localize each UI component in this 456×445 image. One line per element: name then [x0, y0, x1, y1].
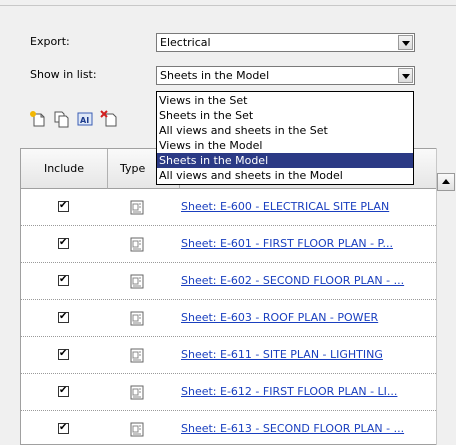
table-row[interactable]: Sheet: E-612 - FIRST FLOOR PLAN - LI...: [21, 374, 440, 411]
table-row[interactable]: Sheet: E-601 - FIRST FLOOR PLAN - P...: [21, 226, 440, 263]
show-in-list-select[interactable]: Sheets in the Model: [156, 66, 415, 85]
export-select-value: Electrical: [160, 36, 211, 49]
sheet-name-link[interactable]: Sheet: E-601 - FIRST FLOOR PLAN - P...: [181, 237, 393, 250]
dropdown-option[interactable]: All views and sheets in the Model: [157, 168, 413, 183]
export-dropdown-arrow-icon[interactable]: [398, 35, 413, 50]
table-row[interactable]: Sheet: E-600 - ELECTRICAL SITE PLAN: [21, 189, 440, 226]
rename-set-icon[interactable]: AI: [76, 110, 94, 128]
include-checkbox[interactable]: [58, 384, 69, 397]
table-row[interactable]: Sheet: E-613 - SECOND FLOOR PLAN - ...: [21, 411, 440, 444]
include-checkbox[interactable]: [58, 310, 69, 323]
new-set-icon[interactable]: [29, 110, 47, 128]
include-checkbox[interactable]: [58, 421, 69, 434]
table-row[interactable]: Sheet: E-611 - SITE PLAN - LIGHTING: [21, 337, 440, 374]
include-checkbox[interactable]: [58, 199, 69, 212]
dropdown-option[interactable]: Sheets in the Model: [157, 153, 413, 168]
sheet-type-icon: [130, 348, 144, 363]
dropdown-option[interactable]: All views and sheets in the Set: [157, 123, 413, 138]
delete-set-icon[interactable]: [100, 110, 118, 128]
sheet-name-link[interactable]: Sheet: E-612 - FIRST FLOOR PLAN - LI...: [181, 385, 397, 398]
include-checkbox[interactable]: [58, 347, 69, 360]
show-in-list-select-value: Sheets in the Model: [160, 69, 270, 82]
show-in-list-dropdown: Views in the Set Sheets in the Set All vie…: [156, 91, 414, 185]
include-column-header[interactable]: Include: [21, 149, 108, 189]
include-checkbox[interactable]: [58, 273, 69, 286]
include-checkbox[interactable]: [58, 236, 69, 249]
sheet-name-link[interactable]: Sheet: E-600 - ELECTRICAL SITE PLAN: [181, 200, 389, 213]
dropdown-option[interactable]: Views in the Model: [157, 138, 413, 153]
show-in-list-dropdown-arrow-icon[interactable]: [398, 68, 413, 83]
sheet-list-table: Include Type Sheet: E-600 - ELECTRICAL S…: [20, 148, 456, 445]
sheet-name-link[interactable]: Sheet: E-613 - SECOND FLOOR PLAN - ...: [181, 422, 404, 435]
table-row[interactable]: Sheet: E-603 - ROOF PLAN - POWER: [21, 300, 440, 337]
sheet-type-icon: [130, 311, 144, 326]
show-in-list-label: Show in list:: [30, 68, 97, 81]
scroll-up-button[interactable]: [437, 173, 455, 191]
sheet-type-icon: [130, 422, 144, 437]
vertical-scrollbar[interactable]: [436, 148, 456, 445]
duplicate-set-icon[interactable]: [52, 110, 70, 128]
dropdown-option[interactable]: Sheets in the Set: [157, 108, 413, 123]
export-label: Export:: [30, 35, 70, 48]
sheet-name-link[interactable]: Sheet: E-602 - SECOND FLOOR PLAN - ...: [181, 274, 404, 287]
dropdown-option[interactable]: Views in the Set: [157, 93, 413, 108]
export-select[interactable]: Electrical: [156, 33, 415, 52]
sheet-type-icon: [130, 200, 144, 215]
sheet-name-link[interactable]: Sheet: E-603 - ROOF PLAN - POWER: [181, 311, 378, 324]
sheet-type-icon: [130, 237, 144, 252]
sheet-name-link[interactable]: Sheet: E-611 - SITE PLAN - LIGHTING: [181, 348, 383, 361]
sheet-type-icon: [130, 385, 144, 400]
table-row[interactable]: Sheet: E-602 - SECOND FLOOR PLAN - ...: [21, 263, 440, 300]
svg-text:AI: AI: [80, 116, 89, 125]
sheet-type-icon: [130, 274, 144, 289]
